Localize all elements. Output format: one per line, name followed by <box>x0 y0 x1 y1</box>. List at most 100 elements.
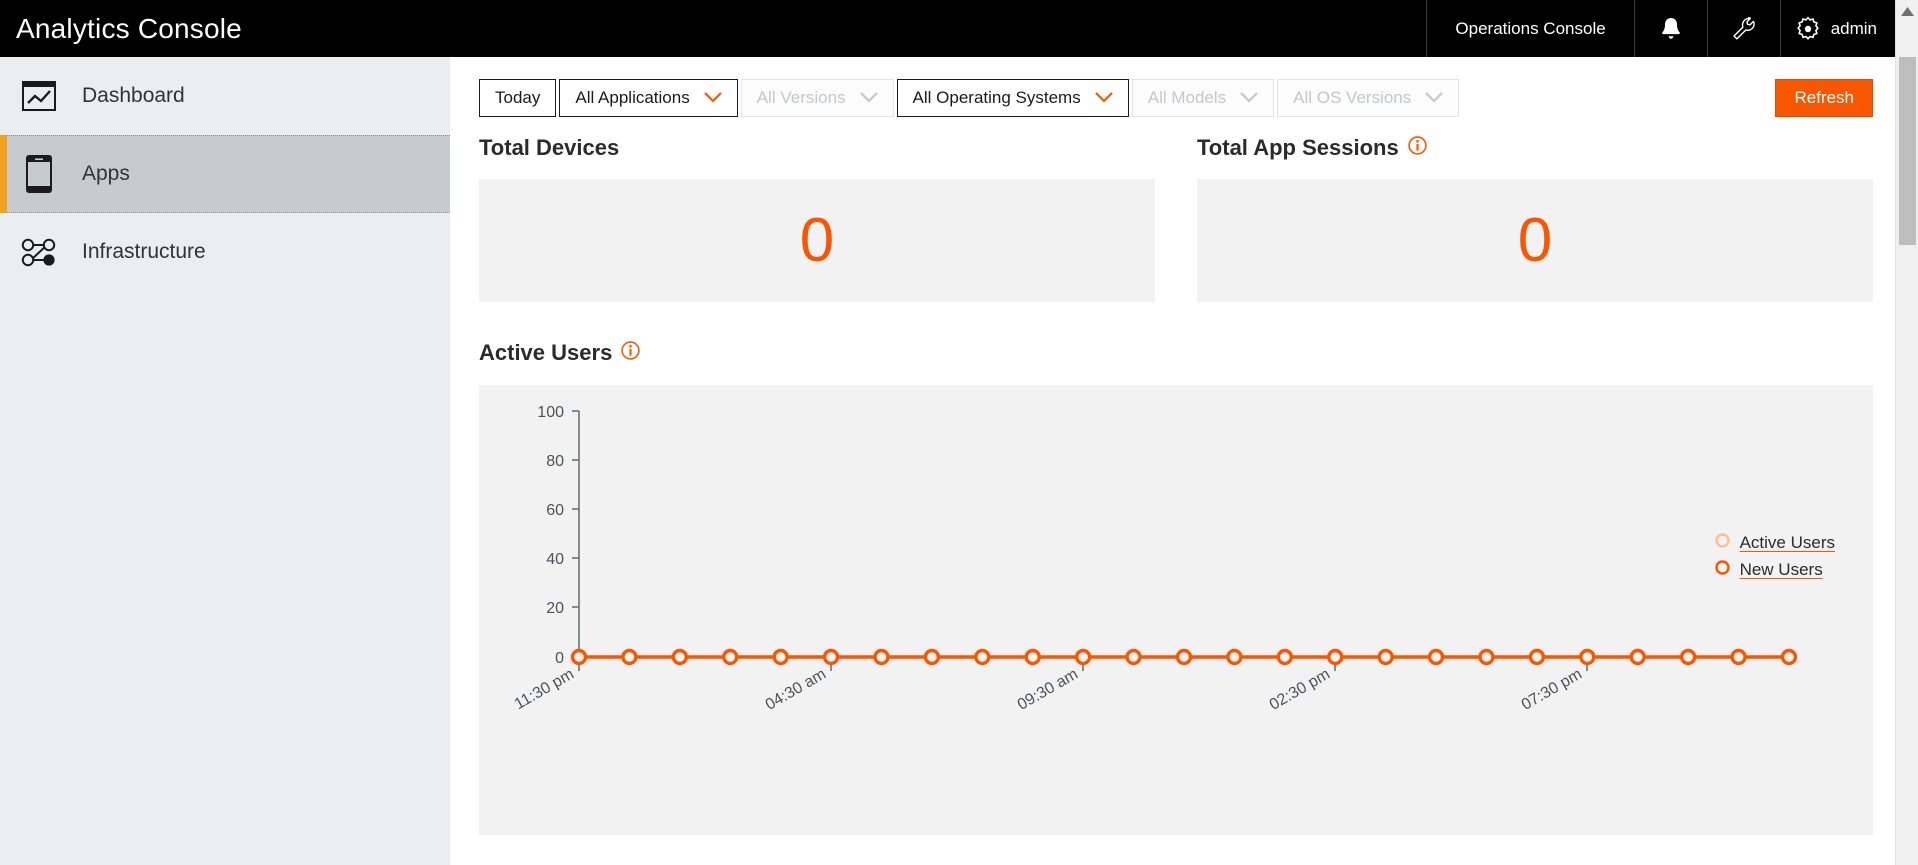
data-point-marker[interactable] <box>772 648 789 666</box>
sidebar: Dashboard Apps Infrastructure <box>0 57 450 865</box>
legend-item-new-users[interactable]: New Users <box>1714 560 1835 580</box>
legend-label: New Users <box>1739 560 1823 579</box>
metric-card: 0 <box>1197 179 1873 302</box>
y-tick-label: 0 <box>555 650 564 667</box>
metric-title: Total App Sessions <box>1197 135 1873 161</box>
data-point-marker[interactable] <box>873 648 890 666</box>
metric-total-devices: Total Devices 0 <box>479 135 1155 302</box>
app-brand-title: Analytics Console <box>16 12 242 44</box>
mobile-phone-icon <box>18 155 60 193</box>
active-users-section: Active Users 100 80 60 40 20 0 11:30 pm … <box>479 340 1873 835</box>
data-point-marker[interactable] <box>1478 648 1495 666</box>
data-point-marker[interactable] <box>1327 648 1344 666</box>
data-point-marker[interactable] <box>1528 648 1546 666</box>
metric-value: 0 <box>799 205 835 275</box>
data-point-marker[interactable] <box>1579 648 1596 666</box>
filter-label: Today <box>495 88 541 107</box>
page-scrollbar[interactable] <box>1895 0 1918 865</box>
x-tick-label: 07:30 pm <box>1519 666 1585 714</box>
sidebar-item-infrastructure[interactable]: Infrastructure <box>0 213 450 291</box>
filter-operating-systems[interactable]: All Operating Systems <box>896 79 1129 117</box>
data-point-marker[interactable] <box>1629 648 1646 666</box>
metric-card: 0 <box>479 179 1155 302</box>
data-point-marker[interactable] <box>923 648 941 666</box>
data-point-marker[interactable] <box>621 648 638 666</box>
sidebar-item-label: Dashboard <box>82 84 185 107</box>
data-point-marker[interactable] <box>974 648 991 666</box>
chevron-down-icon <box>703 88 722 108</box>
metric-total-app-sessions: Total App Sessions 0 <box>1197 135 1873 302</box>
y-tick-label: 80 <box>546 453 564 470</box>
filter-today[interactable]: Today <box>479 79 557 117</box>
active-users-chart-panel: 100 80 60 40 20 0 11:30 pm 04:30 am 09:3… <box>479 385 1873 835</box>
scroll-up-arrow-icon[interactable] <box>1896 0 1918 23</box>
data-point-marker[interactable] <box>1377 648 1394 666</box>
info-icon[interactable] <box>621 340 641 366</box>
chart-legend: Active Users New Users <box>1714 533 1835 580</box>
x-axis-tick-labels: 11:30 pm 04:30 am 09:30 am 02:30 pm 07:3… <box>512 666 1585 714</box>
y-tick-label: 100 <box>537 404 564 421</box>
notifications-button[interactable] <box>1633 0 1707 57</box>
data-point-marker[interactable] <box>822 648 840 666</box>
legend-item-active-users[interactable]: Active Users <box>1714 533 1835 553</box>
chart-window-icon <box>18 81 60 111</box>
info-icon[interactable] <box>1408 135 1427 161</box>
data-point-marker[interactable] <box>1730 648 1747 666</box>
filter-label: All Operating Systems <box>912 88 1081 107</box>
filter-label: All OS Versions <box>1293 88 1412 107</box>
data-point-marker[interactable] <box>1125 648 1142 666</box>
data-point-marker[interactable] <box>1226 648 1243 666</box>
main-content: Today All Applications All Versions All … <box>450 57 1895 865</box>
metric-title: Total Devices <box>479 135 1155 161</box>
data-point-marker[interactable] <box>1427 648 1445 666</box>
x-tick-label: 11:30 pm <box>512 666 577 713</box>
chart-title: Active Users <box>479 340 1873 366</box>
data-point-marker[interactable] <box>671 648 689 666</box>
chevron-down-icon <box>1240 88 1258 108</box>
data-point-marker[interactable] <box>1276 648 1294 666</box>
wrench-icon <box>1731 16 1757 42</box>
tools-button[interactable] <box>1706 0 1780 57</box>
y-tick-label: 60 <box>546 502 564 519</box>
filter-label: All Models <box>1147 88 1227 107</box>
y-axis-ticks <box>572 410 579 658</box>
data-point-marker[interactable] <box>1024 648 1041 666</box>
chevron-down-icon <box>1425 88 1444 108</box>
filter-versions[interactable]: All Versions <box>740 79 894 117</box>
data-point-marker[interactable] <box>722 648 739 666</box>
data-point-marker[interactable] <box>1074 648 1092 666</box>
x-tick-label: 02:30 pm <box>1267 666 1333 714</box>
y-tick-label: 20 <box>546 600 564 617</box>
data-point-marker[interactable] <box>570 648 588 666</box>
y-tick-label: 40 <box>546 551 564 568</box>
network-nodes-icon <box>18 236 60 268</box>
y-axis-tick-labels: 100 80 60 40 20 0 <box>537 404 564 667</box>
sidebar-item-apps[interactable]: Apps <box>0 135 450 213</box>
metrics-row: Total Devices 0 Total App Sessions 0 <box>479 135 1873 302</box>
legend-marker-icon <box>1714 560 1730 580</box>
filter-label: All Versions <box>756 88 846 107</box>
user-menu[interactable]: admin <box>1779 0 1895 57</box>
data-point-marker[interactable] <box>1780 648 1798 666</box>
sidebar-item-label: Infrastructure <box>82 240 206 263</box>
scrollbar-thumb[interactable] <box>1899 57 1916 245</box>
active-users-line-chart: 100 80 60 40 20 0 11:30 pm 04:30 am 09:3… <box>512 404 1798 714</box>
data-point-marker[interactable] <box>1175 648 1193 666</box>
bell-icon <box>1659 16 1683 42</box>
filter-models[interactable]: All Models <box>1131 79 1275 117</box>
user-name-label: admin <box>1830 18 1877 38</box>
operations-console-link[interactable]: Operations Console <box>1426 0 1633 57</box>
metric-title-label: Total Devices <box>479 135 620 160</box>
chevron-down-icon <box>1094 88 1113 108</box>
metric-title-label: Total App Sessions <box>1197 135 1399 160</box>
sidebar-item-label: Apps <box>82 162 130 185</box>
data-point-marker[interactable] <box>1679 648 1697 666</box>
filter-os-versions[interactable]: All OS Versions <box>1277 79 1460 117</box>
filter-applications[interactable]: All Applications <box>559 79 738 117</box>
sidebar-item-dashboard[interactable]: Dashboard <box>0 57 450 135</box>
filter-toolbar: Today All Applications All Versions All … <box>479 79 1873 117</box>
x-tick-label: 09:30 am <box>1015 666 1081 714</box>
chevron-down-icon <box>859 88 878 108</box>
filter-label: All Applications <box>575 88 690 107</box>
refresh-button[interactable]: Refresh <box>1775 79 1873 117</box>
